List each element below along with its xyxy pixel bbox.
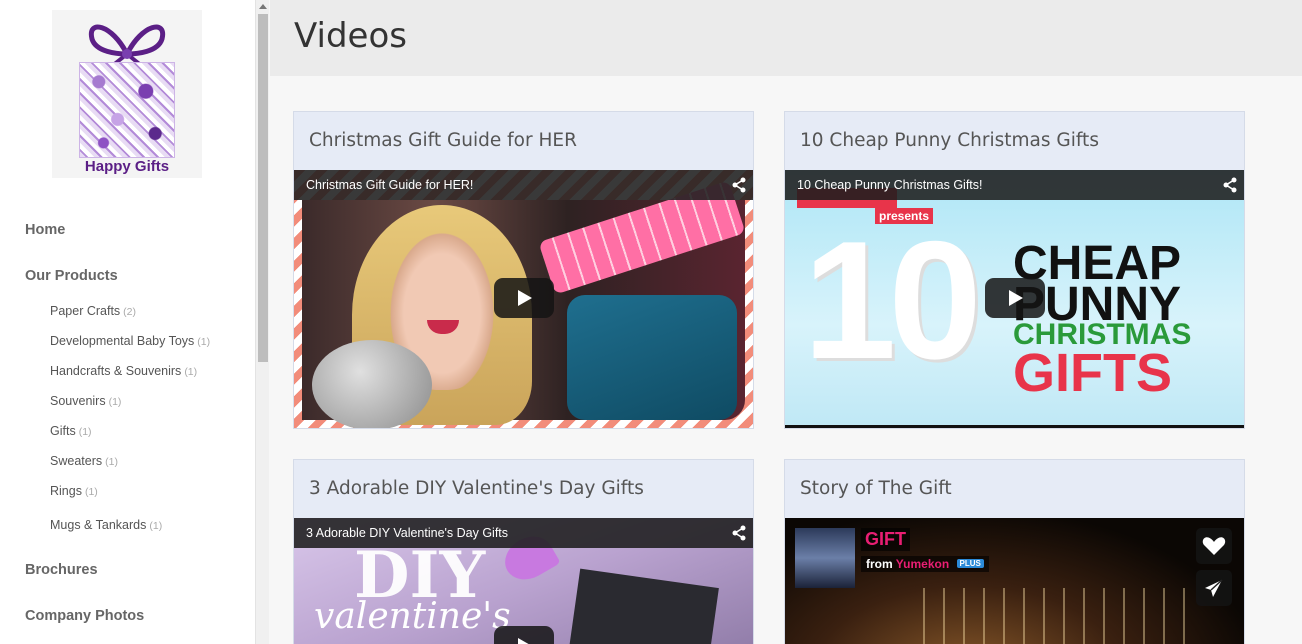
thumbnail-valentines-text: valentine's <box>314 596 511 637</box>
subitem-count: (1) <box>78 426 92 438</box>
video-title-bar: 3 Adorable DIY Valentine's Day Gifts <box>294 518 753 548</box>
subitem-count: (1) <box>84 486 98 498</box>
subitem-label: Developmental Baby Toys <box>50 334 195 348</box>
subitem-count: (1) <box>149 520 163 532</box>
thumbnail-word: GIFTS <box>1013 343 1172 403</box>
vimeo-author-portrait[interactable] <box>795 528 855 588</box>
subitem-label: Souvenirs <box>50 394 106 408</box>
vimeo-player[interactable]: GIFT from Yumekon PLUS <box>785 518 1244 644</box>
subitem-count: (1) <box>105 456 118 468</box>
sidebar-item-company-photos[interactable]: Company Photos <box>25 608 144 624</box>
video-card-cheap-punny-gifts: 10 Cheap Punny Christmas Gifts presents … <box>784 111 1245 429</box>
subitem-count: (1) <box>108 396 122 408</box>
sidebar-subitem-developmental-baby-toys[interactable]: Developmental Baby Toys (1) <box>50 334 210 348</box>
page-header: Videos <box>270 0 1302 76</box>
video-card-title[interactable]: Story of The Gift <box>800 478 952 499</box>
subitem-label: Mugs & Tankards <box>50 518 147 532</box>
video-title-bar: 10 Cheap Punny Christmas Gifts! <box>785 170 1244 200</box>
sidebar-scrollbar[interactable] <box>255 0 269 644</box>
share-icon[interactable] <box>731 525 747 541</box>
subitem-label: Sweaters <box>50 454 103 468</box>
sidebar-subitem-mugs-tankards[interactable]: Mugs & Tankards (1) <box>50 518 162 532</box>
vimeo-author-link[interactable]: Yumekon <box>896 557 949 571</box>
page-title: Videos <box>294 16 407 56</box>
video-card-story-of-the-gift: Story of The Gift GIFT from Yumekon PLUS <box>784 459 1245 644</box>
subitem-count: (2) <box>123 306 137 318</box>
sidebar-subitem-sweaters[interactable]: Sweaters (1) <box>50 454 118 468</box>
vimeo-video-title[interactable]: GIFT <box>861 528 910 551</box>
sidebar-item-home[interactable]: Home <box>25 222 65 238</box>
youtube-player[interactable]: presents 10 CHEAP PUNNY CHRISTMAS GIFTS … <box>785 170 1244 428</box>
video-card-diy-valentines-gifts: 3 Adorable DIY Valentine's Day Gifts DIY… <box>293 459 754 644</box>
video-card-title[interactable]: 10 Cheap Punny Christmas Gifts <box>800 130 1099 151</box>
play-button-icon[interactable] <box>985 278 1045 318</box>
sidebar-item-our-products[interactable]: Our Products <box>25 268 118 284</box>
video-card-christmas-gift-guide: Christmas Gift Guide for HER Christmas G… <box>293 111 754 429</box>
subitem-count: (1) <box>184 366 198 378</box>
video-card-title[interactable]: Christmas Gift Guide for HER <box>309 130 577 151</box>
share-icon[interactable] <box>731 177 747 193</box>
subitem-label: Paper Crafts <box>50 304 121 318</box>
sidebar-subitem-paper-crafts[interactable]: Paper Crafts (2) <box>50 304 136 318</box>
send-paper-plane-icon[interactable] <box>1196 570 1232 606</box>
vimeo-from-label: from <box>866 557 893 571</box>
logo-text: Happy Gifts <box>84 158 170 175</box>
vimeo-plus-badge: PLUS <box>956 559 984 568</box>
sidebar-subitem-handcrafts-souvenirs[interactable]: Handcrafts & Souvenirs (1) <box>50 364 197 378</box>
sidebar-subitem-souvenirs[interactable]: Souvenirs (1) <box>50 394 121 408</box>
gift-box-graphic <box>79 62 175 158</box>
scrollbar-thumb[interactable] <box>258 14 268 362</box>
subitem-label: Rings <box>50 484 82 498</box>
video-title-bar: Christmas Gift Guide for HER! <box>294 170 753 200</box>
youtube-player[interactable]: Christmas Gift Guide for HER! <box>294 170 753 428</box>
play-button-icon[interactable] <box>494 626 554 644</box>
play-button-icon[interactable] <box>494 278 554 318</box>
like-heart-icon[interactable] <box>1196 528 1232 564</box>
gift-bow-icon <box>88 24 166 66</box>
video-caption[interactable]: 3 Adorable DIY Valentine's Day Gifts <box>306 526 508 540</box>
vimeo-byline: from Yumekon PLUS <box>861 556 989 572</box>
sidebar-item-brochures[interactable]: Brochures <box>25 562 98 578</box>
sidebar-subitem-gifts[interactable]: Gifts (1) <box>50 424 92 438</box>
subitem-label: Gifts <box>50 424 76 438</box>
youtube-player[interactable]: DIY valentine's 3 Adorable DIY Valentine… <box>294 518 753 644</box>
share-icon[interactable] <box>1222 177 1238 193</box>
video-card-title[interactable]: 3 Adorable DIY Valentine's Day Gifts <box>309 478 644 499</box>
sidebar-subitem-rings[interactable]: Rings (1) <box>50 484 98 498</box>
subitem-label: Handcrafts & Souvenirs <box>50 364 182 378</box>
happy-gifts-logo[interactable]: Happy Gifts <box>52 10 202 178</box>
thumbnail-big-number: 10 <box>803 206 982 394</box>
sidebar: Happy Gifts Home Our Products Paper Craf… <box>0 0 255 644</box>
scroll-up-arrow-icon[interactable] <box>259 4 267 9</box>
subitem-count: (1) <box>197 336 211 348</box>
video-caption[interactable]: Christmas Gift Guide for HER! <box>306 178 473 192</box>
video-caption[interactable]: 10 Cheap Punny Christmas Gifts! <box>797 178 983 192</box>
